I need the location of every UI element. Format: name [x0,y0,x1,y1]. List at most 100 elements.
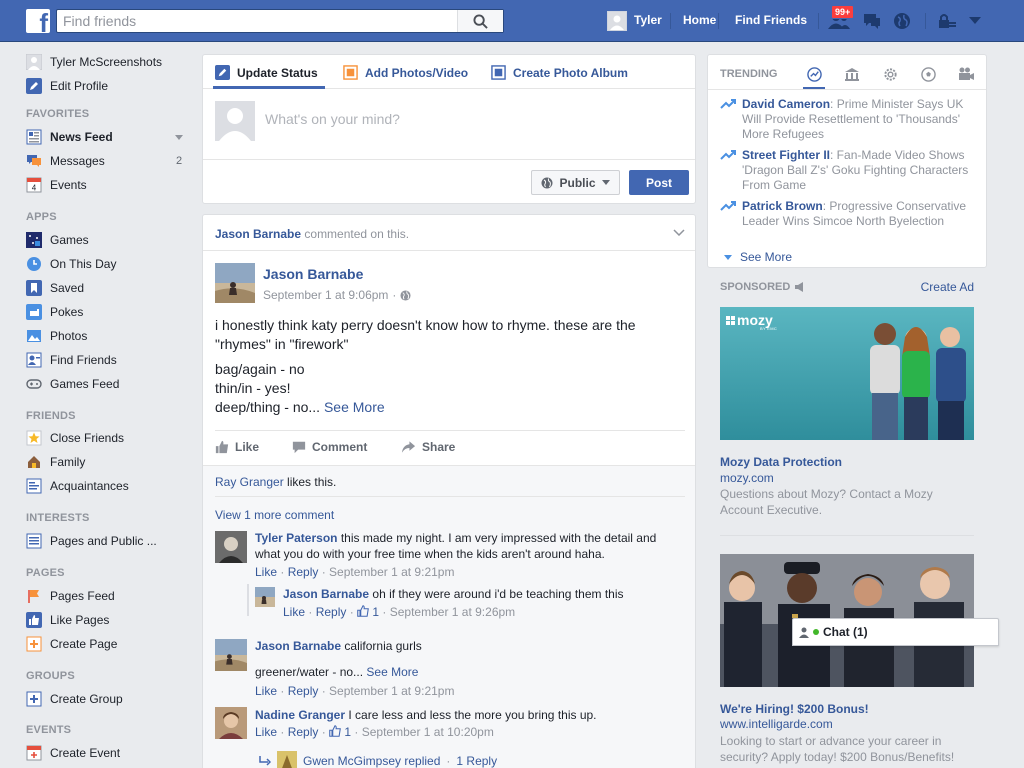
user-avatar[interactable] [607,11,627,31]
audience-selector-button[interactable]: Public [531,170,620,195]
sidebar-item-messages[interactable]: Messages [26,152,105,170]
sidebar-item-saved[interactable]: Saved [26,279,84,297]
trending-tab-entertainment[interactable] [956,65,976,83]
trending-up-icon [720,201,736,211]
comment-like-link[interactable]: Like [255,725,277,739]
pencil-icon [26,78,42,94]
reply-thread-line [247,584,249,616]
author-name[interactable]: Jason Barnabe [263,266,363,282]
sidebar-item-profile[interactable]: Tyler McScreenshots [26,53,162,71]
tab-add-photos-video[interactable]: Add Photos/Video [343,65,468,80]
notifications-globe-icon[interactable] [891,10,913,32]
sidebar-item-pages-and-public[interactable]: Pages and Public ... [26,532,157,550]
trending-tab-top[interactable] [804,65,824,83]
bookmark-icon [26,280,42,296]
sidebar-item-acquaintances[interactable]: Acquaintances [26,477,129,495]
ad-url[interactable]: www.intelligarde.com [720,717,833,731]
tab-create-photo-album[interactable]: Create Photo Album [491,65,628,80]
comment-body: Jason Barnabe california gurls [255,639,422,653]
commenter-name[interactable]: Nadine Granger [255,708,345,722]
divider [720,535,974,536]
create-ad-link[interactable]: Create Ad [921,280,974,294]
commenter-avatar[interactable] [255,587,275,607]
comment-body: Nadine Granger I care less and less the … [255,708,597,722]
nav-profile-link[interactable]: Tyler [634,13,662,27]
sidebar-item-find-friends[interactable]: Find Friends [26,351,117,369]
search-input[interactable] [57,10,459,32]
see-more-link[interactable]: See More [324,399,385,415]
news-feed-chevron-down-icon[interactable] [175,135,183,140]
sidebar-item-news-feed[interactable]: News Feed [26,128,113,146]
sidebar-item-family[interactable]: Family [26,453,85,471]
photo-album-icon [491,65,506,80]
nav-home-link[interactable]: Home [683,13,716,27]
trending-tab-science[interactable] [880,65,900,83]
sidebar-item-create-event[interactable]: Create Event [26,744,120,762]
chat-sidebar-tab[interactable]: Chat (1) [792,618,999,646]
share-button[interactable]: Share [401,440,455,454]
sidebar-item-photos[interactable]: Photos [26,327,87,345]
sidebar-item-close-friends[interactable]: Close Friends [26,429,124,447]
ad-url[interactable]: mozy.com [720,471,774,485]
sidebar-item-create-group[interactable]: Create Group [26,690,123,708]
account-menu-chevron-down-icon[interactable] [964,10,986,32]
ad-image-mozy[interactable]: mozy BY EMC [720,307,974,440]
view-more-comments-link[interactable]: View 1 more comment [215,508,334,522]
commenter-name[interactable]: Jason Barnabe [255,639,341,653]
comment-reply-link[interactable]: Reply [288,725,319,739]
commenter-name[interactable]: Tyler Paterson [255,531,337,545]
comment-like-link[interactable]: Like [283,605,305,619]
comment-reply-link[interactable]: Reply [316,605,347,619]
trending-see-more[interactable]: See More [724,250,792,264]
divider [215,496,685,497]
comment-like-count[interactable]: 1 [372,605,379,619]
comment-like-link[interactable]: Like [255,684,277,698]
sidebar-item-games[interactable]: Games [26,231,89,249]
ad-title[interactable]: Mozy Data Protection [720,455,842,469]
trending-tab-sports[interactable] [918,65,938,83]
comment-button[interactable]: Comment [292,440,367,454]
nav-find-friends-link[interactable]: Find Friends [735,13,807,27]
comment-like-count[interactable]: 1 [344,725,351,739]
nav-divider [718,13,719,29]
sidebar-item-games-feed[interactable]: Games Feed [26,375,119,393]
sidebar-item-on-this-day[interactable]: On This Day [26,255,116,273]
commenter-name[interactable]: Jason Barnabe [283,587,369,601]
sidebar-item-like-pages[interactable]: Like Pages [26,611,109,629]
search-button[interactable] [457,10,503,32]
commenter-avatar[interactable] [215,707,247,739]
flag-icon [26,588,42,604]
see-more-link[interactable]: See More [366,665,418,679]
sidebar-item-events[interactable]: 4 Events [26,176,87,194]
reply-arrow-icon [259,756,271,766]
story-options-chevron-down-icon[interactable] [673,229,685,236]
post-timestamp[interactable]: September 1 at 9:06pm · [263,288,411,302]
sidebar-item-create-page[interactable]: Create Page [26,635,117,653]
status-input[interactable] [265,111,685,127]
trending-arrow-icon [806,66,822,82]
facebook-logo[interactable]: f [26,9,50,33]
messages-icon[interactable] [861,10,883,32]
ad-title[interactable]: We're Hiring! $200 Bonus! [720,702,869,716]
post-button[interactable]: Post [629,170,689,195]
replies-summary[interactable]: Gwen McGimpsey replied · 1 Reply [259,751,497,768]
tab-update-status[interactable]: Update Status [215,65,318,80]
trending-tab-politics[interactable] [842,65,862,83]
story-header-actor[interactable]: Jason Barnabe [215,227,301,241]
author-avatar[interactable] [215,263,255,303]
sidebar-item-pages-feed[interactable]: Pages Feed [26,587,115,605]
commenter-avatar[interactable] [215,639,247,671]
comment-like-link[interactable]: Like [255,565,277,579]
sidebar-item-pokes[interactable]: Pokes [26,303,83,321]
ad-description: Questions about Mozy? Contact a Mozy Acc… [720,487,933,517]
liker-name[interactable]: Ray Granger [215,475,284,489]
comment-reply-link[interactable]: Reply [288,684,319,698]
movie-camera-icon [958,67,974,80]
privacy-shortcuts-icon[interactable] [936,10,958,32]
comment-reply-link[interactable]: Reply [288,565,319,579]
commenter-avatar[interactable] [215,531,247,563]
status-composer: Update Status Add Photos/Video Create Ph… [202,54,696,204]
sidebar-item-edit-profile[interactable]: Edit Profile [26,77,108,95]
like-button[interactable]: Like [215,440,259,454]
pages-list-icon [26,533,42,549]
